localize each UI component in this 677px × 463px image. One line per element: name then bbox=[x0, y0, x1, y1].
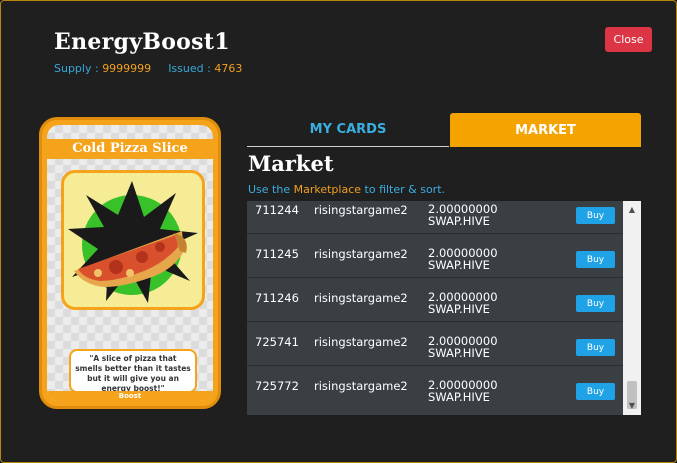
listing-seller: risingstargame2 bbox=[314, 247, 408, 261]
hint-prefix: Use the bbox=[248, 183, 294, 196]
card-type-label: Boost bbox=[47, 391, 213, 401]
supply-value: 9999999 bbox=[102, 62, 152, 75]
pizza-slice-illustration bbox=[61, 170, 205, 310]
marketplace-link[interactable]: Marketplace bbox=[294, 183, 361, 196]
pizza-art-svg bbox=[68, 181, 198, 303]
listing-seller: risingstargame2 bbox=[314, 335, 408, 349]
price-token: SWAP.HIVE bbox=[428, 346, 490, 360]
tab-market[interactable]: MARKET bbox=[450, 113, 641, 147]
card-frame: Cold Pizza Slice "A slice of pizza that … bbox=[47, 125, 213, 401]
issued-label: Issued : bbox=[168, 62, 211, 75]
listing-price: 2.00000000 SWAP.HIVE bbox=[428, 291, 498, 315]
listing-price: 2.00000000 SWAP.HIVE bbox=[428, 203, 498, 227]
hint-suffix: to filter & sort. bbox=[361, 183, 446, 196]
buy-button[interactable]: Buy bbox=[576, 295, 615, 312]
listing-row: 711246 risingstargame2 2.00000000 SWAP.HI… bbox=[247, 277, 623, 321]
listing-row: 725741 risingstargame2 2.00000000 SWAP.HI… bbox=[247, 321, 623, 365]
listing-seller: risingstargame2 bbox=[314, 203, 408, 217]
buy-button[interactable]: Buy bbox=[576, 207, 615, 224]
listing-seller: risingstargame2 bbox=[314, 291, 408, 305]
listing-price: 2.00000000 SWAP.HIVE bbox=[428, 335, 498, 359]
supply-label: Supply : bbox=[54, 62, 99, 75]
issued-value: 4763 bbox=[214, 62, 243, 75]
listing-id: 725741 bbox=[255, 335, 299, 349]
listings-scrollbar[interactable]: ▲ ▼ bbox=[623, 201, 641, 415]
market-title: Market bbox=[248, 151, 334, 176]
card-supply-info: Supply : 9999999 Issued : 4763 bbox=[54, 62, 242, 75]
tab-my-cards[interactable]: MY CARDS bbox=[247, 113, 449, 147]
listing-row: 711244 risingstargame2 2.00000000 SWAP.HI… bbox=[247, 201, 623, 233]
scroll-up-icon[interactable]: ▲ bbox=[623, 203, 641, 217]
listing-id: 711245 bbox=[255, 247, 299, 261]
market-listings[interactable]: 711244 risingstargame2 2.00000000 SWAP.HI… bbox=[247, 201, 641, 415]
listing-id: 711246 bbox=[255, 291, 299, 305]
price-token: SWAP.HIVE bbox=[428, 214, 490, 228]
listing-row: 711245 risingstargame2 2.00000000 SWAP.HI… bbox=[247, 233, 623, 277]
close-button[interactable]: Close bbox=[605, 27, 652, 52]
listing-id: 725772 bbox=[255, 379, 299, 393]
card-flavor-text: "A slice of pizza that smells better tha… bbox=[69, 349, 197, 393]
price-token: SWAP.HIVE bbox=[428, 390, 490, 404]
scroll-down-icon[interactable]: ▼ bbox=[623, 399, 641, 413]
card-detail-modal: EnergyBoost1 Supply : 9999999 Issued : 4… bbox=[0, 0, 677, 463]
price-token: SWAP.HIVE bbox=[428, 302, 490, 316]
buy-button[interactable]: Buy bbox=[576, 251, 615, 268]
card-image: Cold Pizza Slice "A slice of pizza that … bbox=[39, 117, 221, 409]
market-hint: Use the Marketplace to filter & sort. bbox=[248, 183, 445, 196]
listing-id: 711244 bbox=[255, 203, 299, 217]
card-title: EnergyBoost1 bbox=[54, 29, 230, 55]
listing-price: 2.00000000 SWAP.HIVE bbox=[428, 247, 498, 271]
buy-button[interactable]: Buy bbox=[576, 339, 615, 356]
card-name: Cold Pizza Slice bbox=[47, 139, 213, 159]
price-token: SWAP.HIVE bbox=[428, 258, 490, 272]
listing-rows: 711244 risingstargame2 2.00000000 SWAP.HI… bbox=[247, 201, 623, 409]
listing-seller: risingstargame2 bbox=[314, 379, 408, 393]
listing-row: 725772 risingstargame2 2.00000000 SWAP.HI… bbox=[247, 365, 623, 409]
buy-button[interactable]: Buy bbox=[576, 383, 615, 400]
listing-price: 2.00000000 SWAP.HIVE bbox=[428, 379, 498, 403]
